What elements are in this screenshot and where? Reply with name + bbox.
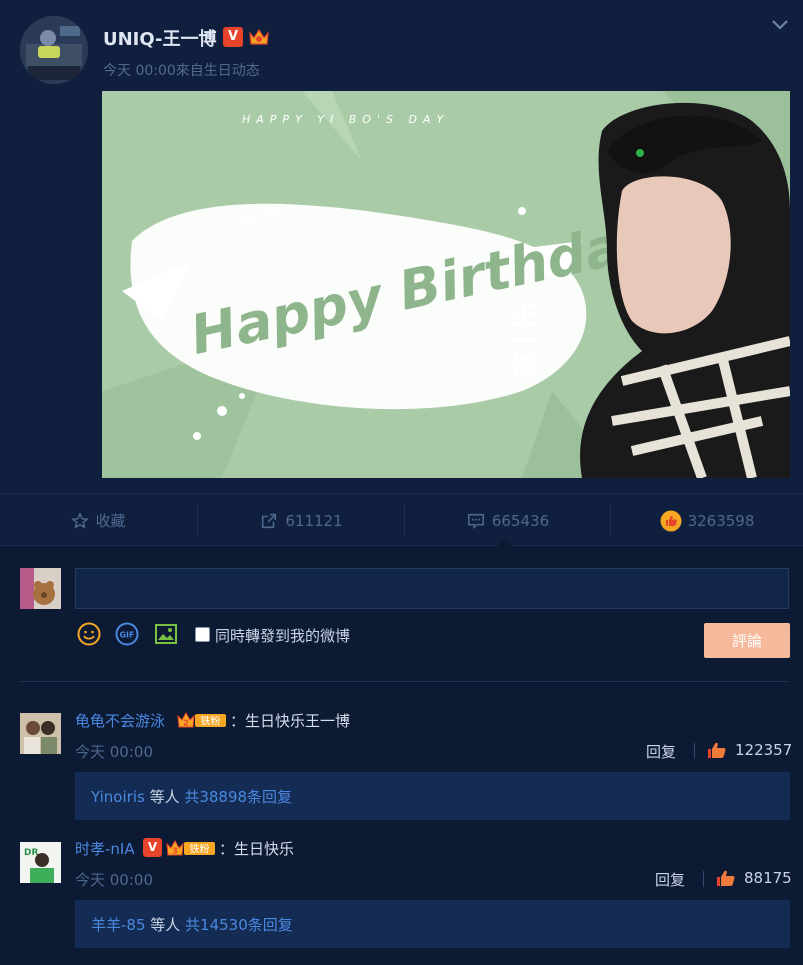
comment-action-divider bbox=[703, 871, 704, 887]
fan-level-number: 2 bbox=[183, 719, 189, 728]
comment-username[interactable]: 时孝-nIA bbox=[75, 838, 135, 859]
comment-avatar[interactable]: DR bbox=[20, 842, 61, 883]
comment-input[interactable] bbox=[75, 568, 789, 609]
comment-like-count: 88175 bbox=[744, 869, 792, 887]
submit-comment-button[interactable]: 評論 bbox=[704, 623, 790, 658]
comment-username[interactable]: 龟龟不会游泳 bbox=[75, 710, 165, 731]
comment-tab-pointer bbox=[497, 538, 513, 546]
banner-tagline: HAPPY YI BO'S DAY bbox=[242, 113, 450, 126]
replies-preview[interactable]: 羊羊-85 等人 共14530条回复 bbox=[75, 900, 790, 948]
reply-username[interactable]: Yinoiris bbox=[91, 788, 145, 806]
post-card: UNIQ-王一博 V 今天 00:00來自生日动态 Happy Birthday… bbox=[0, 0, 803, 492]
comment-time: 今天 00:00 bbox=[75, 871, 153, 889]
favorite-button[interactable]: 收藏 bbox=[0, 494, 197, 547]
reply-username[interactable]: 羊羊-85 bbox=[91, 916, 146, 934]
star-icon bbox=[71, 511, 90, 529]
svg-text:GIF: GIF bbox=[119, 631, 134, 640]
comment-icon bbox=[467, 513, 484, 529]
verified-badge: V bbox=[223, 27, 243, 47]
comments-divider bbox=[20, 681, 789, 682]
reply-button[interactable]: 回复 bbox=[655, 869, 685, 890]
reply-count-link[interactable]: 共14530条回复 bbox=[185, 916, 293, 934]
repost-checkbox[interactable] bbox=[195, 627, 210, 642]
repost-count: 611121 bbox=[285, 511, 343, 530]
reply-button[interactable]: 回复 bbox=[646, 741, 676, 762]
thumbs-up-icon bbox=[660, 510, 682, 531]
verified-badge: V bbox=[143, 838, 162, 857]
fan-level-badge-icon: 2 铁粉 bbox=[177, 711, 226, 728]
comment-action-divider bbox=[694, 743, 695, 759]
fan-level-label: 铁粉 bbox=[190, 843, 210, 856]
reply-connector: 等人 bbox=[144, 788, 185, 806]
reply-count-link[interactable]: 共38898条回复 bbox=[184, 788, 292, 806]
share-icon bbox=[262, 513, 277, 528]
reply-connector: 等人 bbox=[145, 916, 186, 934]
image-icon[interactable] bbox=[154, 622, 178, 646]
current-user-avatar bbox=[20, 568, 61, 609]
comment-count: 665436 bbox=[491, 511, 550, 530]
author-avatar[interactable] bbox=[20, 16, 88, 84]
favorite-label: 收藏 bbox=[95, 512, 126, 530]
crown-badge-icon bbox=[249, 28, 269, 45]
chevron-down-icon[interactable] bbox=[768, 14, 792, 34]
author-name[interactable]: UNIQ-王一博 bbox=[103, 25, 216, 51]
thumbs-up-icon[interactable] bbox=[716, 869, 736, 887]
banner-artwork: Happy Birthday 08.05 王一博 bbox=[102, 91, 790, 478]
emoji-icon[interactable] bbox=[77, 622, 101, 646]
replies-preview[interactable]: Yinoiris 等人 共38898条回复 bbox=[75, 772, 790, 820]
post-image-banner[interactable]: Happy Birthday 08.05 王一博 HAPPY YI BO'S D… bbox=[102, 91, 790, 478]
comment-like-count: 122357 bbox=[735, 741, 793, 759]
repost-checkbox-label[interactable]: 同時轉發到我的微博 bbox=[215, 625, 350, 646]
post-action-bar: 收藏 611121 665436 3263598 bbox=[0, 493, 803, 546]
like-count: 3263598 bbox=[687, 511, 755, 530]
comment-text: ：生日快乐 bbox=[219, 840, 295, 858]
banner-name: 王一博 bbox=[507, 301, 537, 380]
repost-button[interactable]: 611121 bbox=[198, 494, 404, 547]
comment-avatar[interactable] bbox=[20, 713, 61, 754]
like-button[interactable]: 3263598 bbox=[611, 494, 803, 547]
thumbs-up-icon[interactable] bbox=[707, 741, 727, 759]
comment-text: ：生日快乐王一博 bbox=[230, 712, 351, 730]
comment-time: 今天 00:00 bbox=[75, 743, 153, 761]
fan-level-badge-icon: 3 铁粉 bbox=[166, 839, 215, 856]
fan-level-label: 铁粉 bbox=[201, 715, 221, 728]
post-meta: 今天 00:00來自生日动态 bbox=[103, 63, 260, 79]
fan-level-number: 3 bbox=[172, 847, 178, 856]
gif-icon[interactable]: GIF bbox=[115, 622, 139, 646]
